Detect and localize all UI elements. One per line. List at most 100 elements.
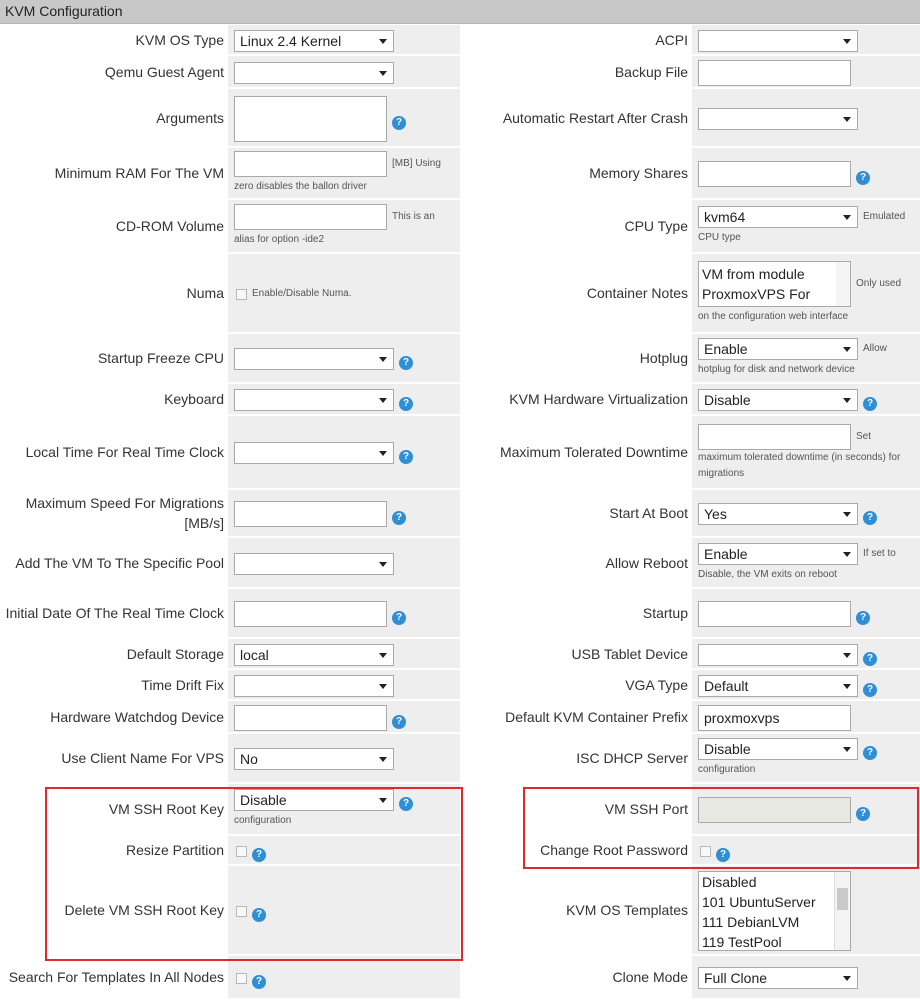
field-vga-type: Default ? bbox=[692, 670, 920, 701]
label-max-downtime: Maximum Tolerated Downtime bbox=[464, 416, 692, 490]
hotplug-select[interactable]: Enable bbox=[698, 338, 858, 360]
memory-shares-input[interactable] bbox=[698, 161, 851, 187]
qemu-guest-agent-select[interactable] bbox=[234, 61, 394, 84]
cdrom-volume-input[interactable] bbox=[234, 204, 387, 230]
label-local-time: Local Time For Real Time Clock bbox=[0, 416, 228, 490]
min-ram-unit: [MB] Using bbox=[392, 158, 441, 169]
max-downtime-hint: maximum tolerated downtime (in seconds) … bbox=[698, 452, 901, 479]
field-min-ram: [MB] Using zero disables the ballon driv… bbox=[228, 148, 460, 200]
help-icon[interactable]: ? bbox=[856, 611, 870, 625]
use-client-name-select[interactable]: No bbox=[234, 748, 394, 770]
hotplug-unit: Allow bbox=[863, 343, 887, 354]
container-notes-unit: Only used bbox=[856, 278, 902, 289]
label-search-templates: Search For Templates In All Nodes bbox=[0, 956, 228, 1000]
field-numa: Enable/Disable Numa. bbox=[228, 254, 460, 334]
arguments-textarea[interactable] bbox=[234, 95, 387, 142]
backup-file-input[interactable] bbox=[698, 59, 851, 86]
field-container-prefix: proxmoxvps bbox=[692, 701, 920, 734]
isc-dhcp-select[interactable]: Disable bbox=[698, 738, 858, 760]
help-icon[interactable]: ? bbox=[399, 397, 413, 411]
list-item[interactable]: Disabled bbox=[702, 872, 850, 892]
numa-checkbox-label: Enable/Disable Numa. bbox=[252, 288, 352, 299]
label-default-storage: Default Storage bbox=[0, 639, 228, 670]
help-icon[interactable]: ? bbox=[863, 397, 877, 411]
section-header: KVM Configuration bbox=[0, 0, 920, 24]
help-icon[interactable]: ? bbox=[863, 746, 877, 760]
watchdog-input[interactable] bbox=[234, 704, 387, 731]
field-local-time: ? bbox=[228, 416, 460, 490]
pool-select[interactable] bbox=[234, 552, 394, 575]
list-item[interactable]: 111 DebianLVM bbox=[702, 912, 850, 932]
keyboard-select[interactable] bbox=[234, 389, 394, 411]
allow-reboot-select[interactable]: Enable bbox=[698, 542, 858, 565]
label-allow-reboot: Allow Reboot bbox=[464, 538, 692, 589]
cpu-type-select[interactable]: kvm64 bbox=[698, 206, 858, 228]
label-max-speed: Maximum Speed For Migrations [MB/s] bbox=[0, 490, 228, 538]
help-icon[interactable]: ? bbox=[392, 115, 406, 130]
notes-scrollbar[interactable] bbox=[836, 262, 850, 306]
list-scrollbar[interactable] bbox=[834, 872, 850, 950]
max-speed-input[interactable] bbox=[234, 501, 387, 527]
field-qemu-guest-agent bbox=[228, 56, 460, 89]
time-drift-select[interactable] bbox=[234, 674, 394, 697]
field-container-notes: VM from module ProxmoxVPS For Only used … bbox=[692, 254, 920, 334]
field-isc-dhcp: Disable ? configuration bbox=[692, 734, 920, 784]
label-time-drift: Time Drift Fix bbox=[0, 670, 228, 701]
label-cpu-type: CPU Type bbox=[464, 200, 692, 254]
label-acpi: ACPI bbox=[464, 25, 692, 56]
startup-freeze-select[interactable] bbox=[234, 348, 394, 370]
acpi-select[interactable] bbox=[698, 29, 858, 52]
field-kvm-os-templates: Disabled 101 UbuntuServer 111 DebianLVM … bbox=[692, 866, 920, 956]
container-prefix-input[interactable]: proxmoxvps bbox=[698, 704, 851, 731]
help-icon[interactable]: ? bbox=[392, 511, 406, 525]
help-icon[interactable]: ? bbox=[863, 682, 877, 697]
label-startup-freeze: Startup Freeze CPU bbox=[0, 334, 228, 384]
label-keyboard: Keyboard bbox=[0, 384, 228, 416]
cdrom-volume-unit: This is an bbox=[392, 211, 435, 222]
kvm-os-type-select[interactable]: Linux 2.4 Kernel bbox=[234, 29, 394, 52]
local-time-select[interactable] bbox=[234, 442, 394, 464]
field-time-drift bbox=[228, 670, 460, 701]
list-item[interactable]: 101 UbuntuServer bbox=[702, 892, 850, 912]
auto-restart-select[interactable] bbox=[698, 107, 858, 130]
field-arguments: ? bbox=[228, 89, 460, 148]
field-cdrom-volume: This is an alias for option -ide2 bbox=[228, 200, 460, 254]
initial-date-input[interactable] bbox=[234, 601, 387, 627]
help-icon[interactable]: ? bbox=[392, 611, 406, 625]
field-max-speed: ? bbox=[228, 490, 460, 538]
field-kvm-hw-virt: Disable ? bbox=[692, 384, 920, 416]
help-icon[interactable]: ? bbox=[399, 356, 413, 370]
vga-type-select[interactable]: Default bbox=[698, 674, 858, 697]
cdrom-volume-hint: alias for option -ide2 bbox=[234, 234, 325, 245]
kvm-os-templates-list[interactable]: Disabled 101 UbuntuServer 111 DebianLVM … bbox=[698, 871, 851, 951]
allow-reboot-hint: Disable, the VM exits on reboot bbox=[698, 568, 837, 580]
field-acpi bbox=[692, 25, 920, 56]
isc-dhcp-hint: configuration bbox=[698, 764, 756, 775]
container-notes-hint: on the configuration web interface bbox=[698, 311, 849, 322]
help-icon[interactable]: ? bbox=[863, 651, 877, 666]
startup-input[interactable] bbox=[698, 601, 851, 627]
clone-mode-select[interactable]: Full Clone bbox=[698, 967, 858, 989]
label-start-at-boot: Start At Boot bbox=[464, 490, 692, 538]
field-cpu-type: kvm64 Emulated CPU type bbox=[692, 200, 920, 254]
label-kvm-os-templates: KVM OS Templates bbox=[464, 866, 692, 956]
help-icon[interactable]: ? bbox=[399, 450, 413, 464]
field-kvm-os-type: Linux 2.4 Kernel bbox=[228, 25, 460, 56]
help-icon[interactable]: ? bbox=[392, 714, 406, 729]
list-item[interactable]: 119 TestPool bbox=[702, 932, 850, 950]
usb-tablet-select[interactable] bbox=[698, 643, 858, 666]
kvm-hw-virt-select[interactable]: Disable bbox=[698, 389, 858, 411]
default-storage-select[interactable]: local bbox=[234, 643, 394, 666]
min-ram-input[interactable] bbox=[234, 151, 387, 177]
start-at-boot-select[interactable]: Yes bbox=[698, 503, 858, 525]
search-templates-checkbox[interactable] bbox=[236, 972, 247, 984]
help-icon[interactable]: ? bbox=[856, 171, 870, 185]
max-downtime-input[interactable] bbox=[698, 424, 851, 450]
help-icon[interactable]: ? bbox=[863, 511, 877, 525]
help-icon[interactable]: ? bbox=[252, 975, 266, 989]
numa-checkbox[interactable] bbox=[236, 288, 247, 300]
container-notes-textarea[interactable]: VM from module ProxmoxVPS For bbox=[698, 261, 851, 307]
field-memory-shares: ? bbox=[692, 148, 920, 200]
field-allow-reboot: Enable If set to Disable, the VM exits o… bbox=[692, 538, 920, 589]
field-usb-tablet: ? bbox=[692, 639, 920, 670]
